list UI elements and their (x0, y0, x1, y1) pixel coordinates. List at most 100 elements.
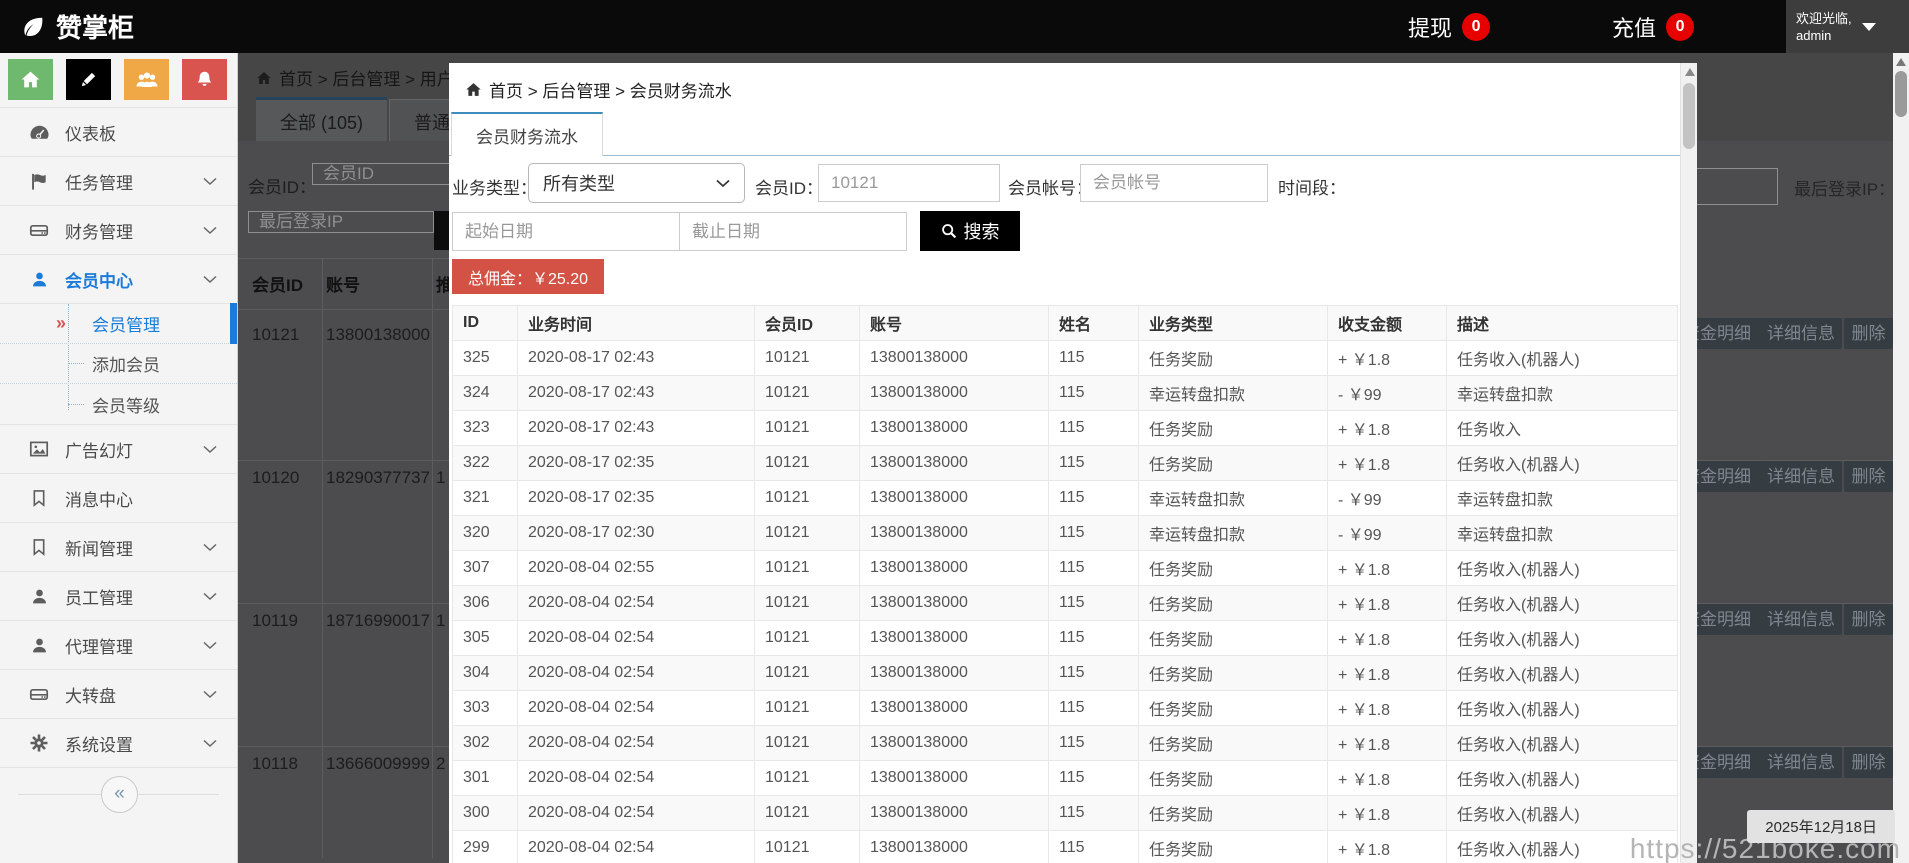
brand[interactable]: 赞掌柜 (20, 0, 134, 53)
sidebar-subitem-添加会员[interactable]: 添加会员 (0, 344, 237, 384)
admin-user-menu[interactable]: 欢迎光临, admin (1786, 0, 1909, 53)
total-commission-badge: 总佣金：￥25.20 (452, 259, 604, 294)
table-cell: 10121 (755, 341, 860, 376)
column-header: 账号 (860, 306, 1049, 341)
table-cell: 任务奖励 (1139, 446, 1328, 481)
pencil-shortcut-button[interactable] (66, 59, 111, 100)
bg-cell-account: 18290377737 (326, 468, 430, 488)
table-cell: + ￥1.8 (1328, 341, 1447, 376)
table-cell: 10121 (755, 761, 860, 796)
table-cell: 115 (1049, 586, 1139, 621)
bg-cell-member-id: 10120 (252, 468, 299, 488)
table-cell: + ￥1.8 (1328, 656, 1447, 691)
sidebar-item-代理管理[interactable]: 代理管理 (0, 620, 237, 669)
sidebar-subitem-会员等级[interactable]: 会员等级 (0, 384, 237, 424)
sidebar-item-大转盘[interactable]: 大转盘 (0, 669, 237, 718)
member-id-filter-label: 会员ID： (248, 173, 316, 198)
business-type-select[interactable]: 所有类型 (528, 163, 745, 203)
sidebar-item-员工管理[interactable]: 员工管理 (0, 571, 237, 620)
sidebar-collapse-button[interactable]: « (101, 776, 138, 813)
table-cell: 2020-08-17 02:43 (518, 411, 755, 446)
chevron-down-icon (203, 739, 217, 748)
row-action-删除[interactable]: 删除 (1844, 461, 1893, 492)
table-cell: 306 (453, 586, 518, 621)
table-cell: 115 (1049, 831, 1139, 863)
member-id-filter-input[interactable] (312, 163, 452, 185)
table-cell: 10121 (755, 586, 860, 621)
modal-scrollbar[interactable] (1680, 63, 1697, 863)
home-icon (20, 69, 41, 90)
window-scrollbar[interactable] (1893, 53, 1909, 863)
sidebar-item-消息中心[interactable]: 消息中心 (0, 473, 237, 522)
sidebar-item-系统设置[interactable]: 系统设置 (0, 718, 237, 767)
member-finance-panel: 首页 > 后台管理 > 会员财务流水 会员财务流水 业务类型： 所有类型 会员I… (449, 63, 1697, 863)
table-cell: 115 (1049, 656, 1139, 691)
table-cell: 幸运转盘扣款 (1139, 516, 1328, 551)
table-cell: 13800138000 (860, 656, 1049, 691)
scrollbar-thumb[interactable] (1895, 71, 1907, 117)
chevron-down-icon (203, 690, 217, 699)
last-ip-label: 最后登录IP： (1794, 175, 1893, 200)
table-row: 3202020-08-17 02:301012113800138000115幸运… (453, 516, 1678, 551)
row-action-删除[interactable]: 删除 (1844, 318, 1893, 349)
background-tab-0[interactable]: 全部 (105) (256, 97, 387, 144)
tree-stub (68, 363, 84, 364)
scroll-up-arrow-icon[interactable] (1896, 58, 1906, 66)
table-cell: 任务收入(机器人) (1447, 726, 1678, 761)
search-button[interactable]: 搜索 (920, 211, 1020, 251)
recharge-menu[interactable]: 充值 0 (1612, 0, 1694, 53)
scrollbar-thumb[interactable] (1683, 83, 1695, 149)
start-date-input[interactable] (452, 212, 680, 251)
row-action-详细信息[interactable]: 详细信息 (1760, 747, 1842, 778)
users-shortcut-button[interactable] (124, 59, 169, 100)
bg-cell-referrer: 1 (436, 611, 445, 631)
business-type-value: 所有类型 (543, 170, 615, 196)
row-action-详细信息[interactable]: 详细信息 (1760, 461, 1842, 492)
bell-icon (195, 70, 214, 89)
member-id-input[interactable] (818, 164, 1000, 202)
sidebar-item-广告幻灯[interactable]: 广告幻灯 (0, 424, 237, 473)
sidebar-item-会员中心[interactable]: 会员中心 (0, 254, 237, 303)
bell-shortcut-button[interactable] (182, 59, 227, 100)
home-shortcut-button[interactable] (8, 59, 53, 100)
finance-flow-table: ID业务时间会员ID账号姓名业务类型收支金额描述 3252020-08-17 0… (452, 305, 1678, 863)
table-cell: 任务收入(机器人) (1447, 446, 1678, 481)
table-cell: 2020-08-17 02:43 (518, 341, 755, 376)
table-cell: 任务收入(机器人) (1447, 551, 1678, 586)
table-row: 3242020-08-17 02:431012113800138000115幸运… (453, 376, 1678, 411)
scroll-up-arrow-icon[interactable] (1685, 68, 1695, 76)
tree-stub (68, 404, 84, 405)
sidebar-item-新闻管理[interactable]: 新闻管理 (0, 522, 237, 571)
table-cell: 115 (1049, 411, 1139, 446)
table-cell: 2020-08-04 02:54 (518, 761, 755, 796)
table-cell: 10121 (755, 726, 860, 761)
table-cell: 任务奖励 (1139, 621, 1328, 656)
row-action-详细信息[interactable]: 详细信息 (1760, 604, 1842, 635)
end-date-input[interactable] (679, 212, 907, 251)
row-action-删除[interactable]: 删除 (1844, 747, 1893, 778)
member-id-label: 会员ID： (755, 174, 823, 199)
sidebar: 仪表板任务管理财务管理会员中心»会员管理添加会员会员等级广告幻灯消息中心新闻管理… (0, 53, 238, 863)
sidebar-item-财务管理[interactable]: 财务管理 (0, 205, 237, 254)
account-input[interactable] (1080, 164, 1268, 202)
sidebar-subitem-会员管理[interactable]: »会员管理 (0, 304, 237, 344)
divider (432, 258, 433, 858)
user-icon (28, 587, 50, 606)
table-cell: 2020-08-04 02:55 (518, 551, 755, 586)
last-ip-filter-input[interactable] (248, 211, 434, 233)
sidebar-menu: 仪表板任务管理财务管理会员中心»会员管理添加会员会员等级广告幻灯消息中心新闻管理… (0, 107, 237, 767)
tab-member-finance-flow[interactable]: 会员财务流水 (451, 112, 603, 156)
table-row: 3252020-08-17 02:431012113800138000115任务… (453, 341, 1678, 376)
column-header: 描述 (1447, 306, 1678, 341)
sidebar-item-任务管理[interactable]: 任务管理 (0, 156, 237, 205)
flag-icon (28, 172, 50, 191)
table-cell: 299 (453, 831, 518, 863)
table-row: 3022020-08-04 02:541012113800138000115任务… (453, 726, 1678, 761)
table-row: 3072020-08-04 02:551012113800138000115任务… (453, 551, 1678, 586)
table-cell: 304 (453, 656, 518, 691)
image-icon (28, 439, 50, 459)
withdraw-menu[interactable]: 提现 0 (1408, 0, 1490, 53)
row-action-详细信息[interactable]: 详细信息 (1760, 318, 1842, 349)
row-action-删除[interactable]: 删除 (1844, 604, 1893, 635)
sidebar-item-仪表板[interactable]: 仪表板 (0, 107, 237, 156)
